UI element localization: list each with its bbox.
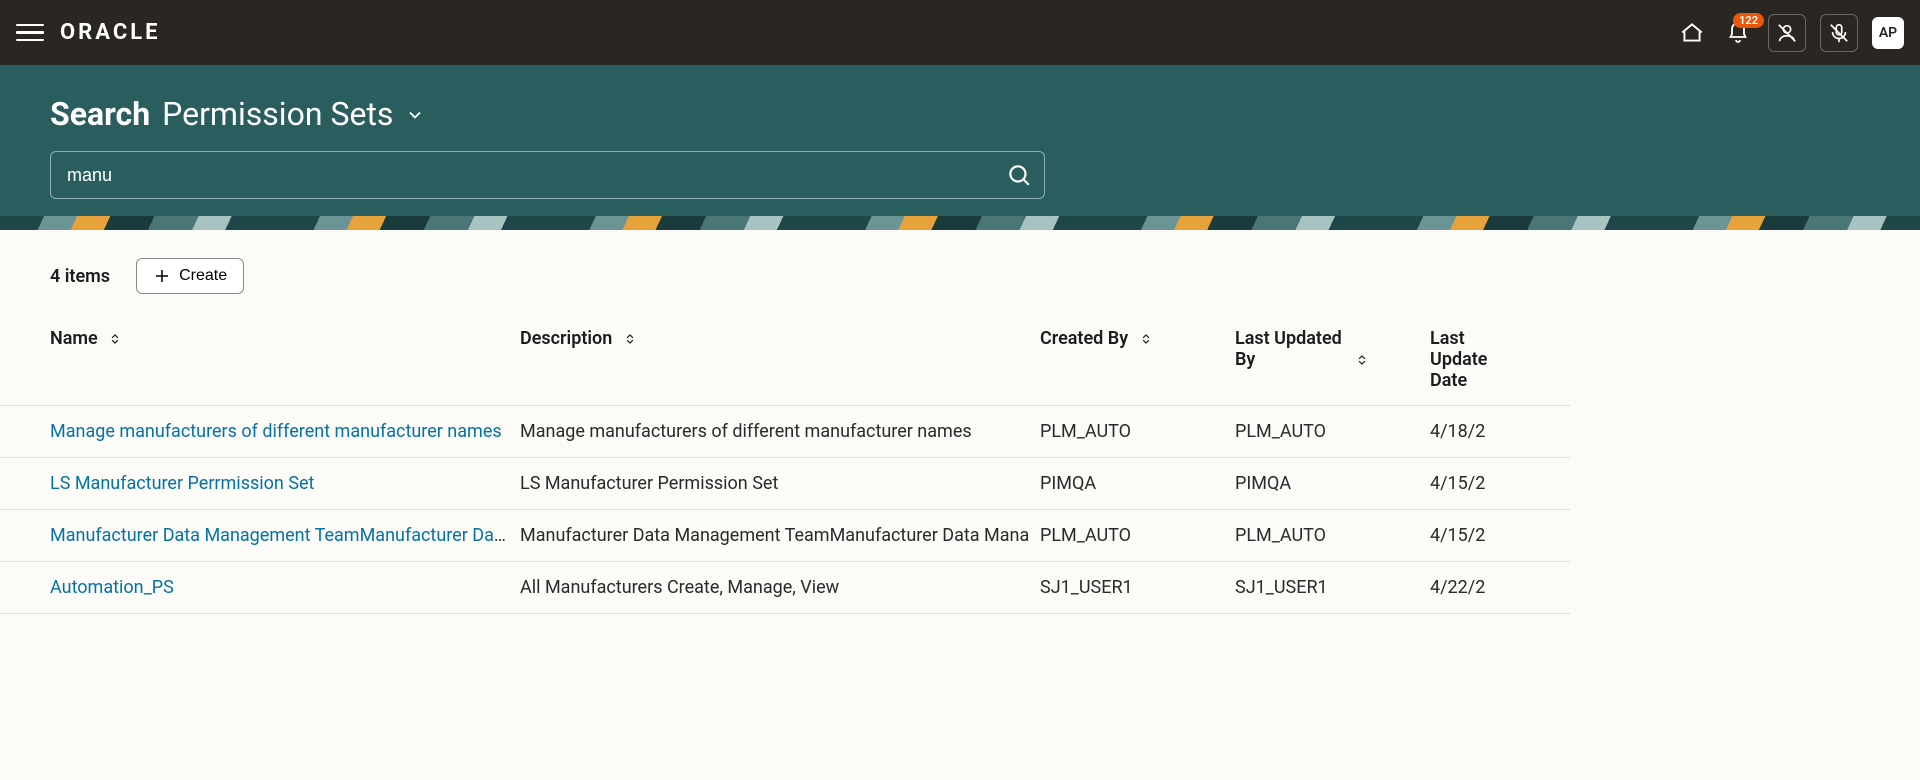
- table-row: Manage manufacturers of different manufa…: [0, 406, 1570, 458]
- global-header: ORACLE 122 AP: [0, 0, 1920, 65]
- permission-set-link[interactable]: LS Manufacturer Perrmission Set: [50, 473, 314, 494]
- cell-created-by: PLM_AUTO: [1040, 510, 1235, 562]
- create-button-label: Create: [179, 267, 227, 285]
- microphone-off-icon[interactable]: [1820, 14, 1858, 52]
- title-prefix: Search: [50, 95, 150, 133]
- permission-set-link[interactable]: Manage manufacturers of different manufa…: [50, 421, 502, 442]
- notifications-icon[interactable]: 122: [1722, 17, 1754, 49]
- cell-last-updated-by: PLM_AUTO: [1235, 406, 1430, 458]
- title-subject: Permission Sets: [162, 95, 393, 133]
- user-profile-icon[interactable]: [1768, 14, 1806, 52]
- cell-last-updated-by: SJ1_USER1: [1235, 562, 1430, 614]
- column-header-last-update-date[interactable]: Last Update Date: [1430, 314, 1570, 406]
- menu-icon[interactable]: [16, 19, 44, 47]
- sort-icon: [1355, 353, 1369, 367]
- avatar[interactable]: AP: [1872, 17, 1904, 49]
- column-header-created-by[interactable]: Created By: [1040, 314, 1235, 406]
- page-title: Search Permission Sets: [50, 95, 1870, 133]
- cell-created-by: PIMQA: [1040, 458, 1235, 510]
- results-table: Name Description Created By: [0, 314, 1570, 614]
- item-count: 4 items: [50, 266, 110, 287]
- cell-description: All Manufacturers Create, Manage, View: [520, 562, 1040, 614]
- sort-icon: [623, 332, 637, 346]
- cell-created-by: PLM_AUTO: [1040, 406, 1235, 458]
- cell-last-update-date: 4/15/2: [1430, 510, 1570, 562]
- table-row: LS Manufacturer Perrmission Set LS Manufa…: [0, 458, 1570, 510]
- chevron-down-icon[interactable]: [405, 95, 425, 133]
- cell-created-by: SJ1_USER1: [1040, 562, 1235, 614]
- create-button[interactable]: Create: [136, 258, 244, 294]
- column-header-last-updated-by[interactable]: Last Updated By: [1235, 314, 1430, 406]
- search-hero: Search Permission Sets: [0, 65, 1920, 230]
- decorative-pattern: [0, 216, 1920, 230]
- sort-icon: [108, 332, 122, 346]
- table-row: Automation_PS All Manufacturers Create, M…: [0, 562, 1570, 614]
- column-header-description[interactable]: Description: [520, 314, 1040, 406]
- cell-last-update-date: 4/15/2: [1430, 458, 1570, 510]
- table-row: Manufacturer Data Management TeamManufac…: [0, 510, 1570, 562]
- cell-last-updated-by: PLM_AUTO: [1235, 510, 1430, 562]
- sort-icon: [1139, 332, 1153, 346]
- results-table-wrap: Name Description Created By: [0, 314, 1920, 614]
- cell-last-update-date: 4/22/2: [1430, 562, 1570, 614]
- cell-description: Manufacturer Data Management TeamManufac…: [520, 510, 1040, 562]
- results-toolbar: 4 items Create: [0, 230, 1920, 314]
- oracle-logo: ORACLE: [60, 20, 161, 45]
- cell-last-updated-by: PIMQA: [1235, 458, 1430, 510]
- column-header-name[interactable]: Name: [0, 314, 520, 406]
- search-icon[interactable]: [1003, 159, 1035, 191]
- cell-description: LS Manufacturer Permission Set: [520, 458, 1040, 510]
- permission-set-link[interactable]: Automation_PS: [50, 577, 174, 598]
- cell-last-update-date: 4/18/2: [1430, 406, 1570, 458]
- notification-badge: 122: [1733, 13, 1764, 28]
- search-input[interactable]: [50, 151, 1045, 199]
- home-icon[interactable]: [1676, 17, 1708, 49]
- cell-description: Manage manufacturers of different manufa…: [520, 406, 1040, 458]
- permission-set-link[interactable]: Manufacturer Data Management TeamManufac…: [50, 525, 520, 546]
